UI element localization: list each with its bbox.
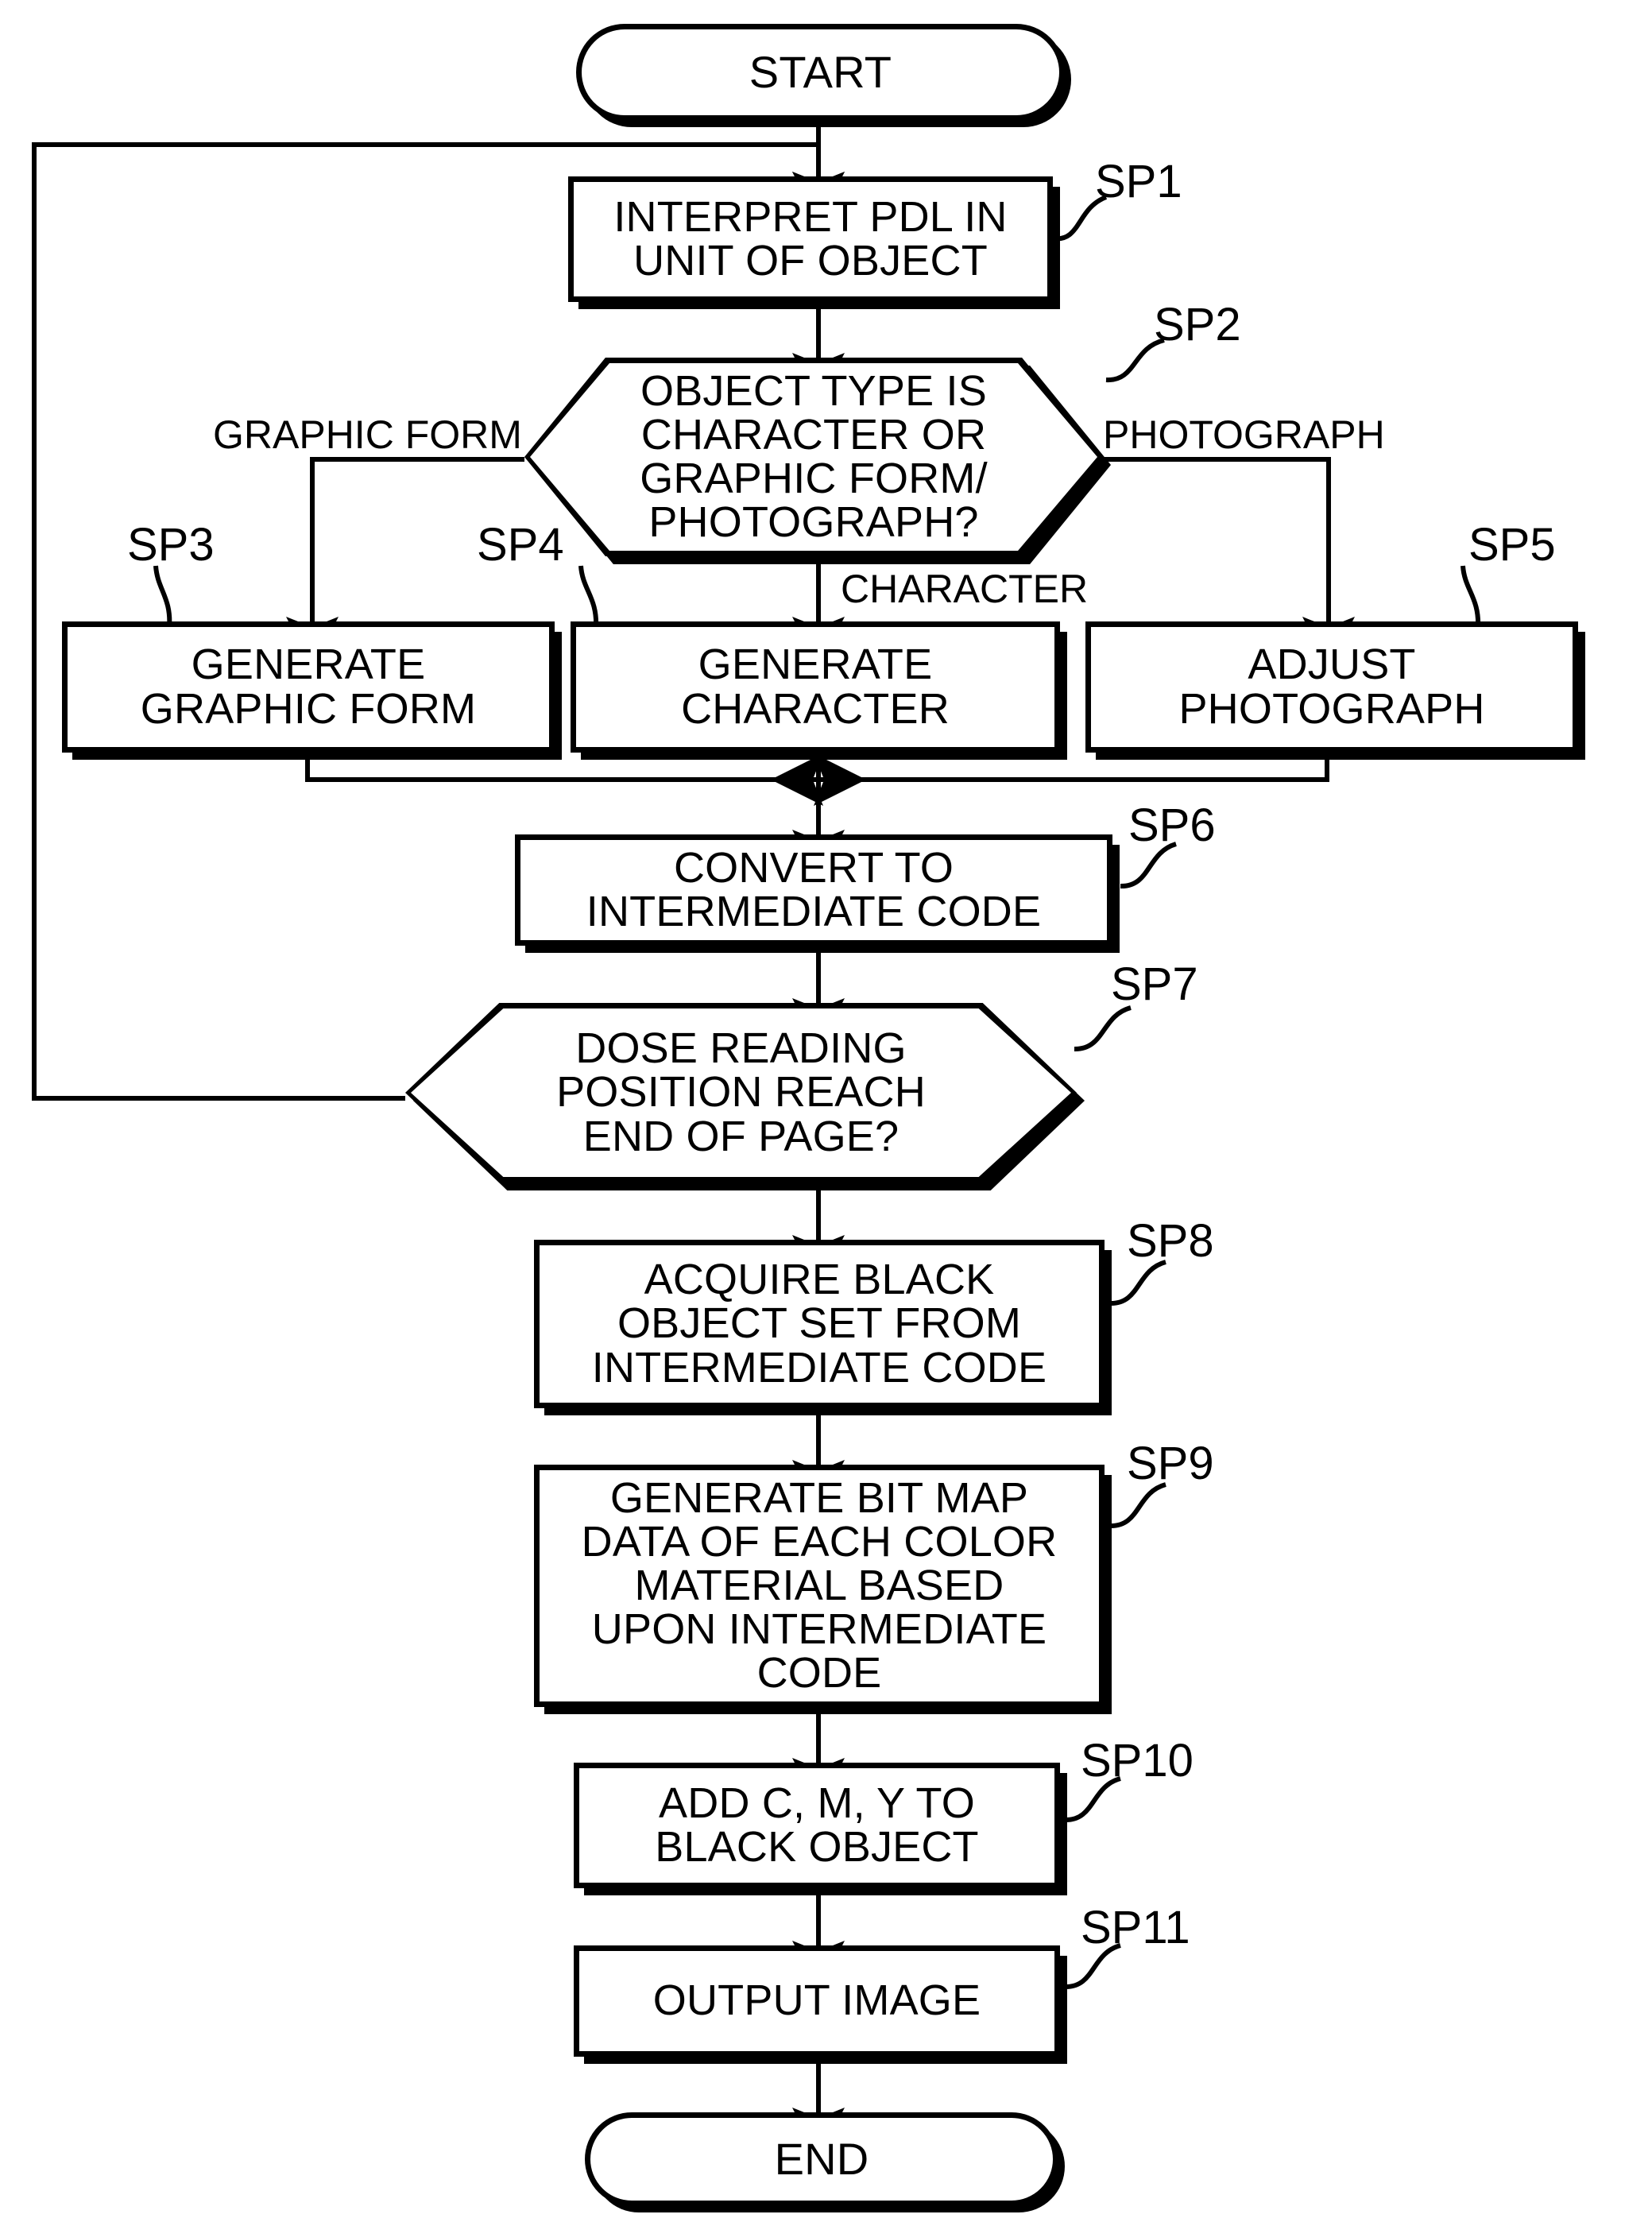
- node-sp2-label: OBJECT TYPE IS CHARACTER OR GRAPHIC FORM…: [640, 366, 988, 547]
- node-end-label: END: [774, 2134, 869, 2185]
- node-start-label: START: [749, 47, 892, 98]
- node-sp6: CONVERT TO INTERMEDIATE CODE: [515, 834, 1112, 946]
- node-sp10-label: ADD C, M, Y TO BLACK OBJECT: [655, 1779, 979, 1871]
- node-sp7-label: DOSE READING POSITION REACH END OF PAGE?: [556, 1024, 926, 1160]
- step-tag-sp5: SP5: [1468, 519, 1556, 571]
- node-sp8-label: ACQUIRE BLACK OBJECT SET FROM INTERMEDIA…: [591, 1256, 1047, 1392]
- node-sp4: GENERATE CHARACTER: [571, 621, 1060, 753]
- node-sp10: ADD C, M, Y TO BLACK OBJECT: [574, 1763, 1060, 1888]
- step-tag-sp8: SP8: [1127, 1215, 1214, 1267]
- node-sp5: ADJUST PHOTOGRAPH: [1085, 621, 1578, 753]
- node-sp9-label: GENERATE BIT MAP DATA OF EACH COLOR MATE…: [581, 1473, 1058, 1697]
- step-tag-sp6: SP6: [1128, 799, 1216, 851]
- leader-sp7: [1074, 1005, 1132, 1052]
- edge-label-photograph: PHOTOGRAPH: [1103, 412, 1385, 457]
- leader-sp3: [153, 565, 172, 629]
- node-sp7: DOSE READING POSITION REACH END OF PAGE?: [405, 1003, 1085, 1190]
- node-sp4-label: GENERATE CHARACTER: [681, 641, 950, 733]
- node-sp9: GENERATE BIT MAP DATA OF EACH COLOR MATE…: [534, 1465, 1105, 1707]
- node-sp11-label: OUTPUT IMAGE: [652, 1976, 981, 2025]
- edge-label-character: CHARACTER: [841, 567, 1089, 611]
- flowchart-figure: START INTERPRET PDL IN UNIT OF OBJECT OB…: [0, 0, 1652, 2222]
- step-tag-sp9: SP9: [1127, 1438, 1214, 1489]
- node-end: END: [585, 2112, 1058, 2206]
- step-tag-sp2: SP2: [1154, 299, 1241, 350]
- leader-sp4: [578, 565, 599, 629]
- node-sp1-label: INTERPRET PDL IN UNIT OF OBJECT: [613, 192, 1008, 285]
- edge-label-graphic-form: GRAPHIC FORM: [213, 412, 522, 457]
- step-tag-sp10: SP10: [1081, 1735, 1194, 1787]
- node-sp11: OUTPUT IMAGE: [574, 1945, 1060, 2057]
- node-sp6-label: CONVERT TO INTERMEDIATE CODE: [586, 843, 1042, 935]
- node-start: START: [576, 24, 1065, 121]
- edge-sp2-to-sp5: [1103, 457, 1355, 669]
- step-tag-sp3: SP3: [127, 519, 215, 571]
- node-sp1: INTERPRET PDL IN UNIT OF OBJECT: [568, 176, 1053, 302]
- step-tag-sp4: SP4: [477, 519, 564, 571]
- node-sp3-label: GENERATE GRAPHIC FORM: [140, 641, 477, 733]
- node-sp5-label: ADJUST PHOTOGRAPH: [1178, 641, 1485, 733]
- node-sp8: ACQUIRE BLACK OBJECT SET FROM INTERMEDIA…: [534, 1240, 1105, 1408]
- leader-sp8: [1109, 1260, 1166, 1306]
- edge-sp5-merge: [771, 753, 1329, 806]
- step-tag-sp1: SP1: [1095, 156, 1182, 207]
- step-tag-sp11: SP11: [1081, 1902, 1190, 1953]
- step-tag-sp7: SP7: [1111, 958, 1198, 1010]
- leader-sp9: [1109, 1482, 1166, 1529]
- edge-sp3-merge: [305, 753, 866, 806]
- leader-sp5: [1460, 565, 1481, 629]
- node-sp2: OBJECT TYPE IS CHARACTER OR GRAPHIC FORM…: [524, 358, 1111, 564]
- node-sp3: GENERATE GRAPHIC FORM: [62, 621, 555, 753]
